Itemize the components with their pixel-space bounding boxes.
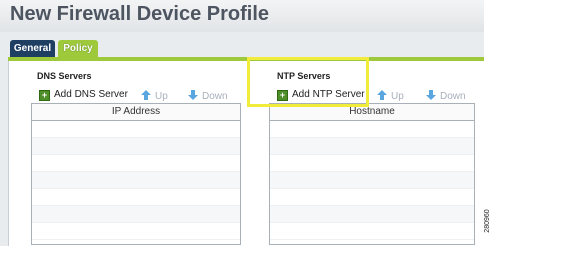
- table-row: [32, 189, 240, 206]
- policy-panel: DNS Servers + Add DNS Server Up Down IP A…: [8, 61, 484, 246]
- arrow-up-icon: [141, 90, 151, 100]
- tab-policy[interactable]: Policy: [58, 40, 98, 57]
- plus-icon: +: [39, 90, 50, 101]
- ntp-servers-table[interactable]: Hostname: [269, 103, 475, 245]
- figure-id-label: 280960: [484, 209, 491, 233]
- table-row: [32, 138, 240, 155]
- table-row: [270, 155, 474, 172]
- ntp-up-button[interactable]: Up: [376, 89, 404, 102]
- table-row: [32, 172, 240, 189]
- dns-down-button[interactable]: Down: [187, 89, 228, 102]
- ntp-callout-highlight: [247, 57, 369, 107]
- table-row: [32, 121, 240, 138]
- table-row: [270, 189, 474, 206]
- arrow-down-icon: [188, 90, 198, 100]
- title-bar: New Firewall Device Profile: [0, 0, 484, 32]
- table-row: [270, 206, 474, 223]
- firewall-profile-window: New Firewall Device Profile General Poli…: [0, 0, 484, 246]
- table-row: [270, 223, 474, 240]
- tab-general[interactable]: General: [10, 40, 55, 57]
- ip-address-column-header[interactable]: IP Address: [32, 104, 240, 121]
- page-title: New Firewall Device Profile: [10, 3, 269, 25]
- ntp-up-label: Up: [391, 91, 404, 102]
- arrow-up-icon: [377, 90, 387, 100]
- dns-up-button[interactable]: Up: [140, 89, 168, 102]
- table-row: [32, 155, 240, 172]
- ntp-down-label: Down: [440, 91, 466, 102]
- ntp-down-button[interactable]: Down: [425, 89, 466, 102]
- table-row: [270, 172, 474, 189]
- dns-servers-label: DNS Servers: [37, 71, 92, 81]
- add-dns-server-button[interactable]: + Add DNS Server: [39, 89, 128, 101]
- dns-servers-table[interactable]: IP Address: [31, 103, 241, 245]
- table-row: [270, 138, 474, 155]
- add-dns-server-label: Add DNS Server: [54, 89, 128, 100]
- arrow-down-icon: [426, 90, 436, 100]
- table-row: [32, 206, 240, 223]
- dns-down-label: Down: [202, 91, 228, 102]
- table-row: [32, 223, 240, 240]
- dns-up-label: Up: [155, 91, 168, 102]
- table-row: [270, 121, 474, 138]
